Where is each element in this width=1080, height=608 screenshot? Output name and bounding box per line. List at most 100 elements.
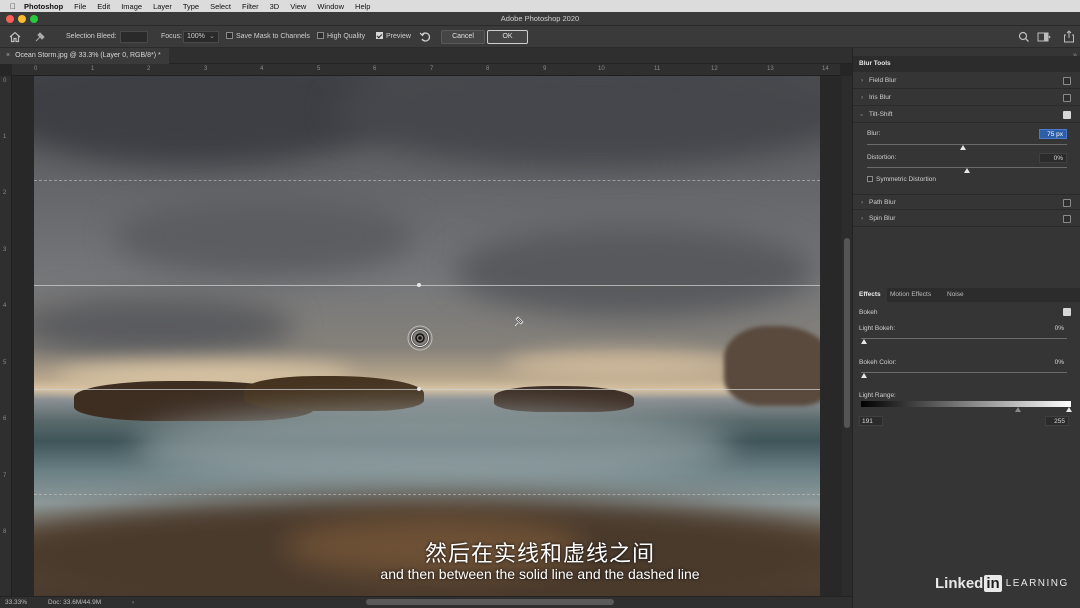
rotation-handle[interactable]: [417, 387, 421, 391]
doc-size-info[interactable]: Doc: 33.6M/44.9M: [48, 597, 101, 608]
light-bokeh-value[interactable]: 0%: [1039, 324, 1067, 334]
ocean-storm-image[interactable]: [34, 76, 820, 596]
spin-blur-row[interactable]: › Spin Blur: [853, 211, 1080, 227]
blur-gallery-panel: » Blur Tools › Field Blur › Iris Blur › …: [852, 48, 1080, 608]
focus-field[interactable]: 100% ⌄: [183, 31, 219, 43]
menu-image[interactable]: Image: [121, 2, 142, 11]
ruler-tick-label: 2: [3, 190, 7, 196]
vertical-scrollbar-thumb[interactable]: [844, 238, 850, 428]
tilt-shift-solid-line-bottom[interactable]: [34, 389, 820, 390]
tab-motion-effects[interactable]: Motion Effects: [890, 288, 931, 302]
share-icon[interactable]: [1063, 30, 1075, 43]
bokeh-color-slider-knob[interactable]: [861, 373, 867, 378]
menu-window[interactable]: Window: [317, 2, 344, 11]
search-icon[interactable]: [1018, 31, 1030, 43]
close-tab-icon[interactable]: ×: [6, 52, 10, 59]
ruler-tick-label: 4: [260, 66, 264, 72]
distortion-slider-knob[interactable]: [964, 168, 970, 173]
high-quality-label: High Quality: [327, 33, 366, 40]
cancel-button[interactable]: Cancel: [441, 30, 485, 44]
reset-icon[interactable]: [419, 31, 431, 43]
menu-edit[interactable]: Edit: [97, 2, 110, 11]
close-window-button[interactable]: [6, 15, 14, 23]
light-range-gradient[interactable]: [861, 401, 1071, 407]
horizontal-scrollbar-thumb[interactable]: [366, 599, 614, 605]
selection-bleed-field[interactable]: [120, 31, 148, 43]
chevron-right-icon: ›: [861, 199, 864, 206]
video-subtitles: 然后在实线和虚线之间 and then between the solid li…: [0, 536, 1080, 582]
chevron-right-icon[interactable]: ›: [132, 597, 134, 608]
document-tab-bar: × Ocean Storm.jpg @ 33.3% (Layer 0, RGB/8…: [0, 48, 852, 64]
iris-blur-checkbox[interactable]: [1063, 94, 1071, 102]
path-blur-row[interactable]: › Path Blur: [853, 194, 1080, 210]
light-bokeh-label: Light Bokeh:: [859, 325, 896, 332]
high-quality-checkbox[interactable]: High Quality: [317, 26, 365, 48]
pin-cursor-icon: [514, 316, 524, 327]
workspace-icon[interactable]: [1037, 31, 1051, 43]
document-tab[interactable]: × Ocean Storm.jpg @ 33.3% (Layer 0, RGB/8…: [0, 48, 169, 64]
blur-slider-knob[interactable]: [960, 145, 966, 150]
menu-layer[interactable]: Layer: [153, 2, 172, 11]
tab-noise[interactable]: Noise: [947, 288, 964, 302]
pin-tool-icon[interactable]: [34, 31, 46, 43]
zoom-window-button[interactable]: [30, 15, 38, 23]
field-blur-checkbox[interactable]: [1063, 77, 1071, 85]
menu-filter[interactable]: Filter: [242, 2, 259, 11]
light-range-low-field[interactable]: 191: [859, 416, 883, 426]
tilt-shift-dashed-line-bottom[interactable]: [34, 494, 820, 495]
bokeh-color-value[interactable]: 0%: [1039, 358, 1067, 368]
home-icon[interactable]: [9, 31, 21, 43]
ruler-tick-label: 0: [3, 78, 7, 84]
blur-pin-icon[interactable]: [406, 324, 434, 352]
blur-label: Blur:: [867, 130, 881, 137]
effects-tab-bar: Effects Motion Effects Noise: [853, 288, 1080, 302]
tilt-shift-label: Tilt-Shift: [869, 111, 893, 118]
save-mask-label: Save Mask to Channels: [236, 33, 310, 40]
field-blur-row[interactable]: › Field Blur: [853, 73, 1080, 89]
bokeh-checkbox[interactable]: [1063, 308, 1071, 316]
menu-help[interactable]: Help: [355, 2, 370, 11]
checkbox-icon: [226, 32, 233, 39]
light-range-high-knob[interactable]: [1066, 407, 1072, 412]
blur-slider-track[interactable]: [867, 144, 1067, 145]
cloud-shape: [34, 296, 294, 356]
iris-blur-label: Iris Blur: [869, 94, 892, 101]
bokeh-color-slider-track[interactable]: [861, 372, 1067, 373]
minimize-window-button[interactable]: [18, 15, 26, 23]
tilt-shift-solid-line-top[interactable]: [34, 285, 820, 286]
ruler-tick-label: 3: [204, 66, 208, 72]
menu-select[interactable]: Select: [210, 2, 231, 11]
tab-effects[interactable]: Effects: [853, 288, 887, 302]
tilt-shift-dashed-line-top[interactable]: [34, 180, 820, 181]
symmetric-distortion-checkbox[interactable]: Symmetric Distortion: [867, 176, 936, 183]
path-blur-checkbox[interactable]: [1063, 199, 1071, 207]
iris-blur-row[interactable]: › Iris Blur: [853, 90, 1080, 106]
tilt-shift-row[interactable]: › Tilt-Shift: [853, 107, 1080, 123]
preview-checkbox[interactable]: Preview: [376, 26, 411, 48]
chevron-right-icon: ›: [861, 77, 864, 84]
menu-3d[interactable]: 3D: [270, 2, 280, 11]
brand-in: in: [984, 575, 1002, 592]
menu-type[interactable]: Type: [183, 2, 199, 11]
blur-value-field[interactable]: 75 px: [1039, 129, 1067, 139]
spin-blur-checkbox[interactable]: [1063, 215, 1071, 223]
canvas-area[interactable]: [12, 76, 842, 596]
apple-icon[interactable]: : [10, 2, 16, 11]
chevron-down-icon: ⌄: [209, 33, 215, 40]
light-range-high-field[interactable]: 255: [1045, 416, 1069, 426]
distortion-value-field[interactable]: 0%: [1039, 153, 1067, 163]
light-bokeh-slider-track[interactable]: [861, 338, 1067, 339]
field-blur-label: Field Blur: [869, 77, 897, 84]
menu-view[interactable]: View: [290, 2, 306, 11]
light-bokeh-slider-knob[interactable]: [861, 339, 867, 344]
blur-tools-header: Blur Tools: [853, 56, 1080, 72]
menu-file[interactable]: File: [74, 2, 86, 11]
tilt-shift-checkbox[interactable]: [1063, 111, 1071, 119]
ruler-tick-label: 1: [3, 134, 7, 140]
light-range-low-knob[interactable]: [1015, 407, 1021, 412]
menu-app-name[interactable]: Photoshop: [24, 2, 63, 11]
save-mask-checkbox[interactable]: Save Mask to Channels: [226, 26, 310, 48]
ok-button[interactable]: OK: [487, 30, 528, 44]
zoom-level[interactable]: 33.33%: [5, 597, 27, 608]
rotation-handle[interactable]: [417, 283, 421, 287]
